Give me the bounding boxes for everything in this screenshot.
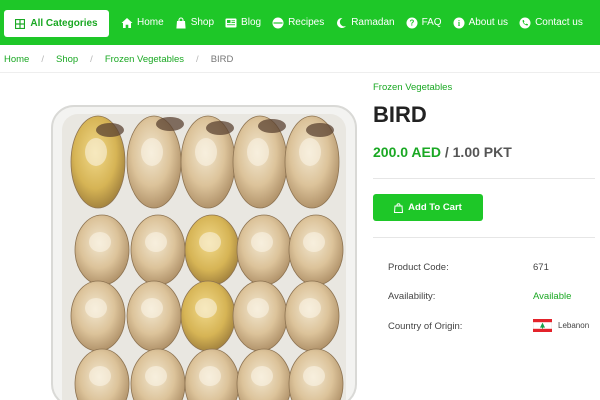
nav-item-label: About us (468, 17, 509, 28)
product-code-label: Product Code: (388, 262, 449, 273)
info-circle-icon: i (453, 17, 465, 28)
bird-highlight (299, 138, 321, 166)
origin-value: Lebanon (533, 319, 589, 332)
svg-text:?: ? (409, 18, 414, 27)
breadcrumb-shop[interactable]: Shop (56, 54, 78, 65)
bird-highlight (141, 138, 163, 166)
phone-icon (519, 17, 531, 28)
nav-item-label: Blog (241, 17, 262, 28)
crescent-moon-icon (337, 17, 347, 28)
product-code-value: 671 (533, 262, 549, 273)
bird-highlight (251, 232, 273, 252)
bird-highlight (247, 298, 269, 318)
shopping-bag-icon (394, 202, 404, 213)
shopping-bag-icon (176, 16, 186, 28)
add-to-cart-label: Add To Cart (408, 202, 462, 213)
breadcrumb-separator: / (90, 54, 93, 65)
breadcrumb-frozen-vegetables[interactable]: Frozen Vegetables (105, 54, 184, 65)
product-title: BIRD (373, 102, 427, 127)
all-categories-label: All Categories (30, 18, 98, 29)
newspaper-icon (225, 18, 237, 27)
bird-highlight (145, 232, 167, 252)
bird-highlight (199, 232, 221, 252)
all-categories-button[interactable]: All Categories (4, 10, 109, 37)
bird-highlight (85, 138, 107, 166)
breadcrumb-current: BIRD (210, 54, 234, 65)
price-amount: 200.0 AED (373, 144, 441, 160)
grid-icon (15, 18, 26, 29)
nav-item-recipes[interactable]: Recipes (272, 17, 324, 29)
add-to-cart-button[interactable]: Add To Cart (373, 194, 483, 221)
nav-item-shop[interactable]: Shop (175, 16, 215, 29)
availability-label: Availability: (388, 291, 436, 302)
bird-giblets (156, 117, 184, 131)
nav-item-about[interactable]: i About us (453, 17, 508, 29)
bird-giblets (96, 123, 124, 137)
divider (0, 72, 600, 73)
bird-highlight (303, 366, 325, 386)
availability-value: Available (533, 291, 572, 302)
bird-highlight (85, 298, 107, 318)
nav-item-label: Recipes (288, 17, 325, 28)
divider (373, 178, 595, 179)
bird-highlight (89, 232, 111, 252)
nav-item-home[interactable]: Home (121, 17, 164, 29)
bird-highlight (303, 232, 325, 252)
product-category-link[interactable]: Frozen Vegetables (373, 82, 452, 93)
nav-item-label: Contact us (535, 17, 583, 28)
bird-highlight (145, 366, 167, 386)
breadcrumb-home[interactable]: Home (4, 54, 29, 65)
bird-giblets (306, 123, 334, 137)
nav-item-blog[interactable]: Blog (225, 17, 261, 29)
question-circle-icon: ? (406, 17, 418, 28)
divider (373, 237, 595, 238)
nav-item-faq[interactable]: ? FAQ (406, 17, 442, 29)
nav-item-label: Ramadan (351, 17, 395, 28)
price-unit: / 1.00 PKT (444, 144, 512, 160)
lebanon-flag-icon (533, 319, 552, 332)
bird-highlight (141, 298, 163, 318)
product-price: 200.0 AED / 1.00 PKT (373, 144, 512, 160)
product-image (51, 105, 357, 400)
dish-icon (272, 17, 284, 28)
nav-item-label: Shop (190, 17, 215, 28)
breadcrumb: Home / Shop / Frozen Vegetables / BIRD (4, 54, 233, 65)
nav-item-label: FAQ (421, 17, 442, 28)
origin-country: Lebanon (558, 321, 590, 330)
bird-highlight (89, 366, 111, 386)
bird-highlight (195, 138, 217, 166)
bird-highlight (251, 366, 273, 386)
bird-giblets (258, 119, 286, 133)
home-icon (121, 17, 133, 28)
bird-highlight (247, 138, 269, 166)
breadcrumb-separator: / (41, 54, 44, 65)
nav-item-contact[interactable]: Contact us (519, 17, 583, 29)
bird-highlight (199, 366, 221, 386)
top-navbar: All Categories Home Shop Blog Recipes Ra… (0, 0, 600, 45)
bird-giblets (206, 121, 234, 135)
bird-highlight (195, 298, 217, 318)
nav-item-ramadan[interactable]: Ramadan (335, 17, 395, 29)
bird-highlight (299, 298, 321, 318)
origin-label: Country of Origin: (388, 321, 463, 332)
breadcrumb-separator: / (196, 54, 199, 65)
nav-item-label: Home (137, 17, 164, 28)
